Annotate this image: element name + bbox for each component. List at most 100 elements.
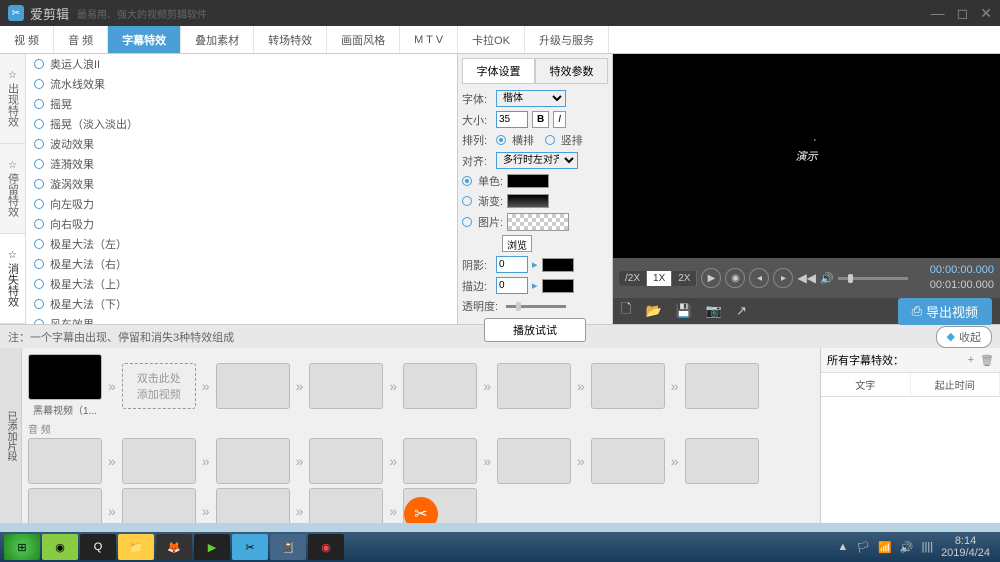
audio-clip[interactable] [122,438,196,484]
audio-clip[interactable] [122,488,196,523]
tab-overlay[interactable]: 叠加素材 [181,26,254,53]
size-input[interactable] [496,111,528,128]
sidetab-stay[interactable]: ☆停留特效 [0,144,25,234]
effect-item[interactable]: 奥运人浪II [26,54,457,74]
audio-clip[interactable] [216,438,290,484]
tray-icon[interactable]: 📶 [878,541,892,554]
add-icon[interactable]: + [968,354,974,367]
speed-1x[interactable]: 1X [647,271,672,286]
col-time[interactable]: 起止时间 [911,373,1000,396]
taskbar-app[interactable]: ◉ [308,534,344,560]
effect-item[interactable]: 极星大法（下） [26,294,457,314]
trash-icon[interactable]: 🗑 [980,354,994,367]
gradient-swatch[interactable] [507,194,549,208]
tray-icon[interactable]: 🔊 [900,541,914,554]
audio-clip[interactable] [685,438,759,484]
effect-item[interactable]: 波动效果 [26,134,457,154]
tray-icon[interactable]: ▲ [837,541,848,553]
tab-upgrade[interactable]: 升级与服务 [525,26,609,53]
tray-icon[interactable]: |||| [922,541,933,553]
empty-clip[interactable] [403,363,477,409]
prev-frame-button[interactable]: ◂ [749,268,769,288]
color-swatch[interactable] [507,174,549,188]
snapshot-icon[interactable]: 📷 [706,303,722,319]
next-frame-button[interactable]: ▸ [773,268,793,288]
col-text[interactable]: 文字 [821,373,911,396]
effect-item[interactable]: 摇晃 [26,94,457,114]
effect-item[interactable]: 摇晃（淡入淡出） [26,114,457,134]
empty-clip[interactable] [216,363,290,409]
maximize-icon[interactable]: ◻ [957,5,969,22]
tab-mtv[interactable]: M T V [400,26,458,53]
empty-clip[interactable] [591,363,665,409]
stroke-color[interactable] [542,279,574,293]
empty-clip[interactable] [685,363,759,409]
effect-item[interactable]: 涟漪效果 [26,154,457,174]
effect-item[interactable]: 漩涡效果 [26,174,457,194]
volume-slider[interactable] [838,277,908,280]
save-icon[interactable]: 💾 [676,303,692,319]
align-select[interactable]: 多行时左对齐 [496,152,578,169]
taskbar-app[interactable]: ◉ [42,534,78,560]
opacity-slider[interactable] [506,305,566,308]
proptab-fx[interactable]: 特效参数 [535,58,608,84]
volume-icon[interactable]: 🔊 [820,272,834,285]
tab-transition[interactable]: 转场特效 [254,26,327,53]
audio-clip[interactable] [591,438,665,484]
tab-style[interactable]: 画面风格 [327,26,400,53]
audio-clip[interactable] [216,488,290,523]
effect-list[interactable]: 奥运人浪II流水线效果摇晃摇晃（淡入淡出）波动效果涟漪效果漩涡效果向左吸力向右吸… [26,54,458,324]
play-button[interactable]: ▶ [701,268,721,288]
stroke-input[interactable] [496,277,528,294]
tab-video[interactable]: 视 频 [0,26,54,53]
tab-audio[interactable]: 音 频 [54,26,108,53]
effect-item[interactable]: 极星大法（上） [26,274,457,294]
radio-gradient[interactable] [462,196,472,206]
try-play-button[interactable]: 播放试试 [484,318,586,342]
effect-item[interactable]: 向右吸力 [26,214,457,234]
clock-date[interactable]: 2019/4/24 [941,547,990,559]
empty-clip[interactable] [497,363,571,409]
taskbar-app[interactable]: 📁 [118,534,154,560]
audio-clip[interactable] [497,438,571,484]
stop-button[interactable]: ◉ [725,268,745,288]
shadow-input[interactable] [496,256,528,273]
audio-clip[interactable] [28,488,102,523]
added-clips-tab[interactable]: 已添加片段 [0,348,22,523]
clip-thumbnail[interactable] [28,354,102,400]
tray-icon[interactable]: 🏳 [856,541,870,554]
collapse-button[interactable]: ◆收起 [936,326,992,348]
open-icon[interactable]: 📂 [645,303,661,319]
audio-clip[interactable] [309,488,383,523]
minimize-icon[interactable]: — [931,5,945,22]
clock-time[interactable]: 8:14 [941,535,990,547]
taskbar-app[interactable]: ▶ [194,534,230,560]
audio-clip[interactable] [28,438,102,484]
taskbar-app[interactable]: ✂ [232,534,268,560]
shadow-color[interactable] [542,258,574,272]
close-icon[interactable]: ✕ [980,5,992,22]
speed-half[interactable]: /2X [619,271,647,286]
prev-icon[interactable]: ◀◀ [797,271,815,285]
effect-item[interactable]: 风车效果 [26,314,457,324]
tab-karaoke[interactable]: 卡拉OK [458,26,525,53]
audio-clip[interactable] [403,438,477,484]
add-clip-placeholder[interactable]: 双击此处添加视频 [122,363,196,409]
sidetab-appear[interactable]: ☆出现特效 [0,54,25,144]
speed-2x[interactable]: 2X [672,271,697,286]
effect-item[interactable]: 流水线效果 [26,74,457,94]
export-button[interactable]: ⎙导出视频 [898,298,992,325]
empty-clip[interactable] [309,363,383,409]
radio-vertical[interactable] [545,135,555,145]
radio-horizontal[interactable] [496,135,506,145]
video-preview[interactable]: · 演示 [613,54,1000,258]
browse-button[interactable]: 浏览 [502,235,532,252]
proptab-font[interactable]: 字体设置 [462,58,535,84]
taskbar-app[interactable]: 📓 [270,534,306,560]
effect-item[interactable]: 向左吸力 [26,194,457,214]
audio-clip[interactable] [309,438,383,484]
taskbar-app[interactable]: Q [80,534,116,560]
cut-button[interactable]: ✂ [404,497,438,523]
new-icon[interactable]: 🗋 [621,300,631,322]
start-button[interactable]: ⊞ [4,534,40,560]
